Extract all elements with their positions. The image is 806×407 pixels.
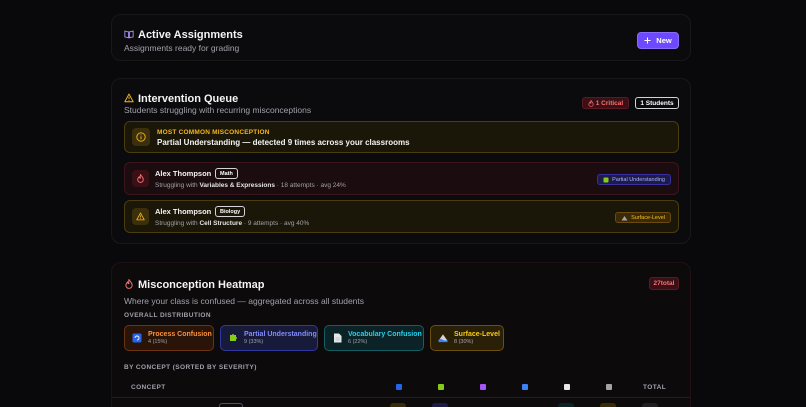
table-row-tag [219, 403, 243, 407]
detail-prefix: Struggling with [155, 220, 198, 227]
flame-icon [137, 174, 144, 183]
info-icon-box [132, 128, 150, 146]
distribution-count: 8 (30%) [454, 339, 474, 345]
total-column-header[interactable]: TOTAL [643, 384, 666, 391]
queue-subtitle: Students struggling with recurring misco… [124, 105, 312, 115]
table-divider [112, 397, 690, 398]
misconception-tag: Surface-Level [615, 212, 671, 223]
distribution-text: Partial Understanding 9 (33%) [244, 331, 317, 345]
misconception-tag: Partial Understanding [597, 174, 671, 185]
students-count-badge: 1 Students [635, 97, 679, 109]
detail-topic: Cell Structure [199, 220, 243, 227]
warning-icon [124, 93, 134, 103]
critical-count-label: 1 Critical [595, 99, 624, 107]
detail-stats: · 18 attempts · avg 24% [276, 182, 346, 189]
subject-tag: Biology [215, 206, 246, 217]
distribution-count: 9 (33%) [244, 339, 264, 345]
total-count-badge: 27total [649, 277, 679, 290]
student-row[interactable]: Alex Thompson Biology Struggling with Ce… [124, 200, 679, 233]
subject-tag: Math [215, 168, 238, 179]
heat-cell [558, 403, 574, 407]
surface-level-column-icon [606, 384, 612, 390]
student-row[interactable]: Alex Thompson Math Struggling with Varia… [124, 162, 679, 195]
wave-icon [438, 333, 448, 343]
banner-text: Partial Understanding — detected 9 times… [157, 138, 410, 147]
partial-understanding-column-icon [438, 384, 444, 390]
warning-icon-box [132, 208, 149, 225]
critical-count-badge: 1 Critical [582, 97, 629, 109]
student-detail: Struggling with Variables & Expressions … [155, 182, 346, 189]
distribution-text: Vocabulary Confusion 6 (22%) [348, 331, 422, 345]
distribution-name: Vocabulary Confusion [348, 331, 422, 338]
info-icon [136, 132, 146, 142]
layers-icon [621, 215, 628, 220]
by-concept-label: BY CONCEPT (SORTED BY SEVERITY) [124, 364, 257, 371]
detail-stats: · 9 attempts · avg 40% [243, 220, 310, 227]
active-assignments-card: Active Assignments Assignments ready for… [111, 14, 691, 61]
distribution-name: Partial Understanding [244, 331, 317, 338]
heat-cell [600, 403, 616, 407]
distribution-name: Process Confusion [148, 331, 212, 338]
new-assignment-button[interactable]: New [637, 32, 679, 49]
flame-icon-box [132, 170, 149, 187]
assignments-subtitle: Assignments ready for grading [124, 43, 240, 53]
student-name: Alex Thompson [155, 169, 212, 178]
heat-cell [432, 403, 448, 407]
puzzle-icon [228, 333, 238, 343]
misconception-heatmap-card: Misconception Heatmap 27total Where your… [111, 262, 691, 407]
concept-column-header[interactable]: CONCEPT [131, 384, 166, 391]
queue-title-row: Intervention Queue [124, 93, 238, 105]
heatmap-title-row: Misconception Heatmap [124, 279, 265, 291]
document-icon [332, 333, 342, 343]
book-open-icon [124, 30, 134, 39]
student-name: Alex Thompson [155, 207, 212, 216]
overall-distribution-label: OVERALL DISTRIBUTION [124, 312, 211, 319]
distribution-text: Surface-Level 8 (30%) [454, 331, 500, 345]
distribution-text: Process Confusion 4 (15%) [148, 331, 212, 345]
distribution-partial-understanding[interactable]: Partial Understanding 9 (33%) [220, 325, 318, 351]
distribution-process-confusion[interactable]: Process Confusion 4 (15%) [124, 325, 214, 351]
assignments-title-row: Active Assignments [124, 29, 243, 41]
heatmap-subtitle: Where your class is confused — aggregate… [124, 296, 365, 306]
queue-title: Intervention Queue [138, 93, 239, 105]
common-misconception-banner: MOST COMMON MISCONCEPTION Partial Unders… [124, 121, 679, 153]
heat-cell [642, 403, 658, 407]
banner-label: MOST COMMON MISCONCEPTION [157, 129, 270, 136]
flame-icon [125, 279, 133, 289]
student-detail: Struggling with Cell Structure · 9 attem… [155, 220, 309, 227]
heat-cell [390, 403, 406, 407]
misconception-tag-label: Surface-Level [631, 214, 665, 221]
misapplication-column-icon [480, 384, 486, 390]
distribution-vocabulary-confusion[interactable]: Vocabulary Confusion 6 (22%) [324, 325, 424, 351]
misconception-tag-label: Partial Understanding [612, 176, 665, 183]
refresh-icon [132, 333, 142, 343]
vocabulary-column-icon [564, 384, 570, 390]
warning-icon [136, 212, 145, 221]
intervention-queue-card: Intervention Queue Students struggling w… [111, 78, 691, 244]
distribution-count: 6 (22%) [348, 339, 368, 345]
distribution-name: Surface-Level [454, 331, 500, 338]
puzzle-icon [603, 177, 609, 182]
heatmap-title: Misconception Heatmap [138, 279, 265, 291]
detail-prefix: Struggling with [155, 182, 198, 189]
flame-icon [588, 99, 594, 107]
detail-topic: Variables & Expressions [199, 182, 275, 189]
distribution-surface-level[interactable]: Surface-Level 8 (30%) [430, 325, 504, 351]
new-button-label: New [656, 36, 672, 45]
distribution-count: 4 (15%) [148, 339, 168, 345]
plus-icon [644, 37, 651, 44]
assignments-title: Active Assignments [138, 29, 243, 41]
process-confusion-column-icon [396, 384, 402, 390]
process-column-icon [522, 384, 528, 390]
